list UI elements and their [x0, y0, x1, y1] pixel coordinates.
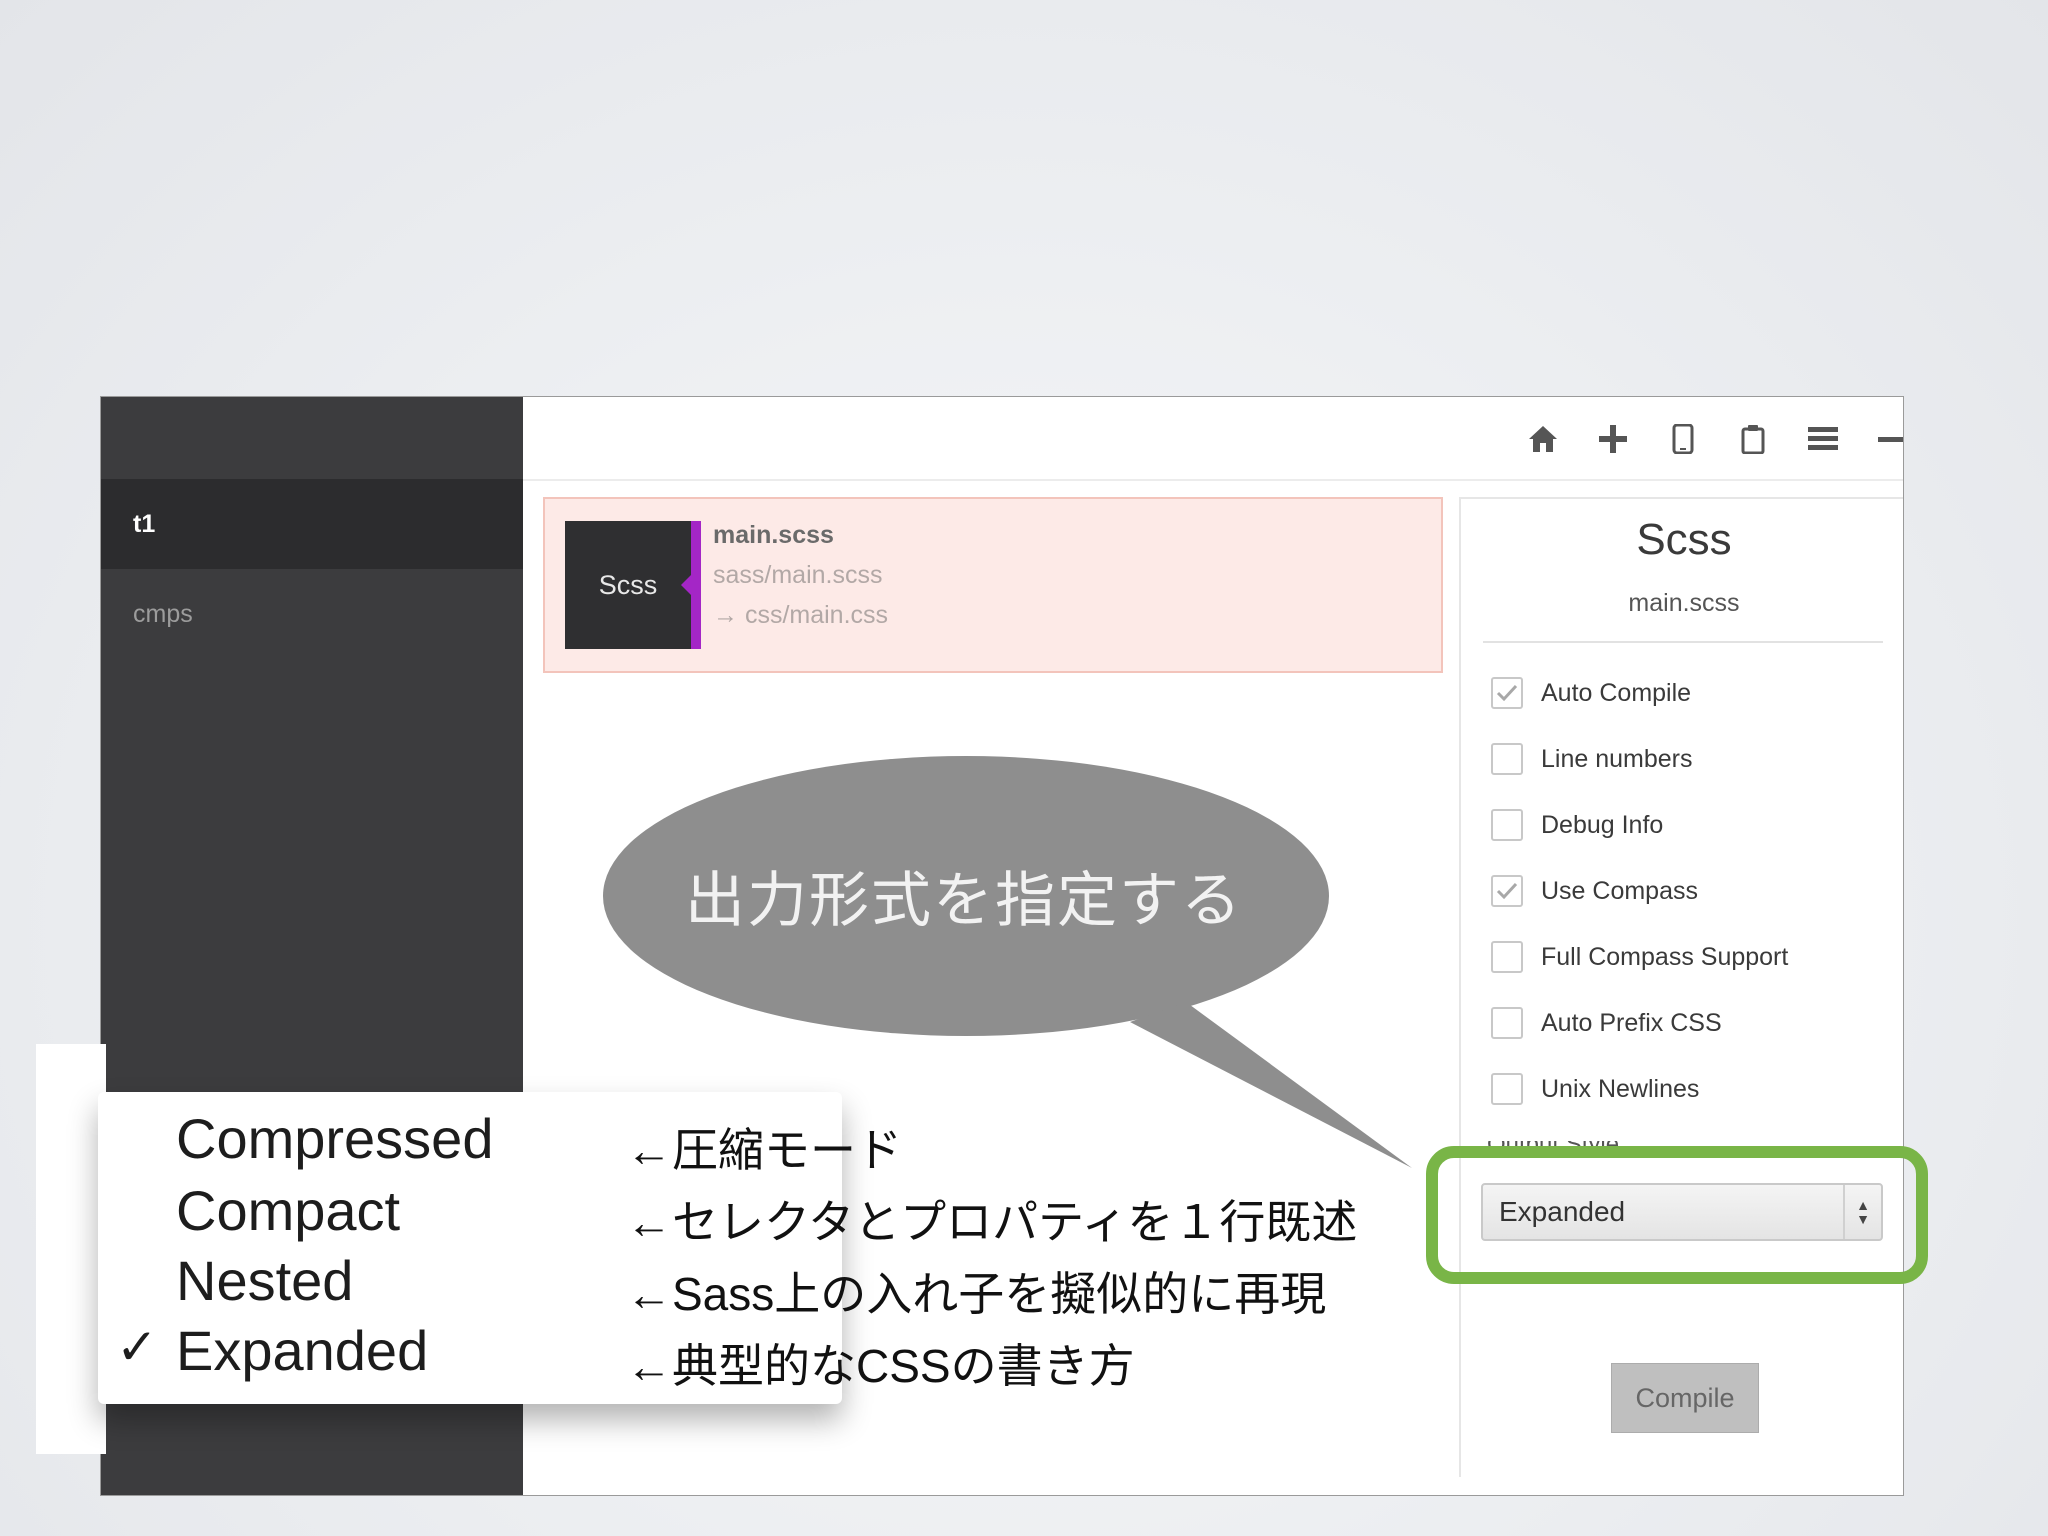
output-style-dropdown: Compressed Compact Nested Expanded ✓ ←圧縮…: [98, 1092, 1357, 1404]
selected-check-icon: ✓: [116, 1319, 158, 1375]
dropdown-backdrop: [36, 1044, 106, 1454]
dropdown-option-expanded[interactable]: Expanded: [176, 1318, 428, 1383]
dropdown-option-compressed[interactable]: Compressed: [176, 1106, 493, 1171]
callout-text: 出力形式を指定する: [685, 867, 1243, 934]
annotation-compressed: ←圧縮モード: [626, 1124, 902, 1176]
annotation-compact: ←セレクタとプロパティを１行既述: [626, 1196, 1358, 1248]
annotation-expanded: ←典型的なCSSの書き方: [626, 1340, 1135, 1392]
dropdown-option-nested[interactable]: Nested: [176, 1248, 353, 1313]
annotation-nested: ←Sass上の入れ子を擬似的に再現: [626, 1268, 1327, 1320]
dropdown-option-compact[interactable]: Compact: [176, 1178, 400, 1243]
